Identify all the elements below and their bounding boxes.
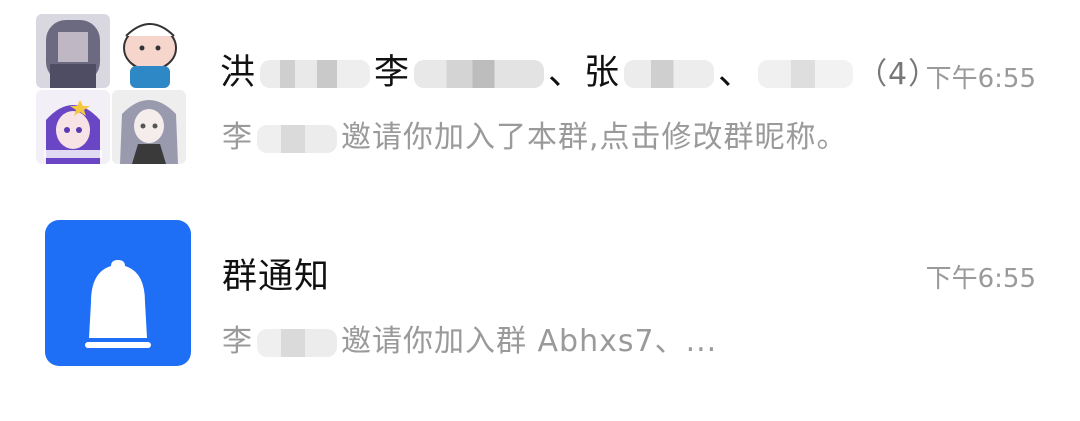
redacted-preview-name — [257, 328, 337, 357]
chat-title: 群通知 — [222, 257, 331, 297]
preview-prefix: 李 — [222, 120, 253, 155]
title-part-4: 、 — [718, 53, 755, 93]
redacted-name-3 — [624, 60, 715, 88]
title-part-2: 李 — [374, 53, 411, 93]
chat-row-group-notice[interactable]: 群通知 下午6:55 李 邀请你加入群 Abhxs7、... — [0, 190, 1080, 421]
redacted-name-1 — [260, 60, 371, 88]
chat-title: 洪李、张、（4） — [220, 44, 939, 95]
chat-row-group[interactable]: 洪李、张、（4） 下午6:55 李邀请你加入了本群,点击修改群昵称。 — [0, 0, 1080, 190]
member-avatar-1 — [36, 14, 110, 88]
member-avatar-2 — [112, 14, 186, 88]
title-prefix: 洪 — [220, 53, 257, 93]
member-avatar-3 — [36, 90, 110, 164]
chat-preview: 李 邀请你加入了本群,点击修改群昵称。 — [222, 112, 848, 156]
member-avatar-4 — [112, 90, 186, 164]
preview-text: 邀请你加入了本群,点击修改群昵称。 — [341, 120, 848, 155]
bell-icon — [85, 260, 151, 348]
notice-avatar — [45, 220, 191, 366]
preview-text: 邀请你加入群 Abhxs7、... — [341, 324, 718, 359]
redacted-preview-name — [257, 124, 337, 153]
redacted-name-4 — [758, 60, 854, 88]
chat-preview: 李 邀请你加入群 Abhxs7、... — [222, 316, 717, 360]
group-avatar — [36, 14, 186, 164]
preview-prefix: 李 — [222, 324, 253, 359]
chat-time: 下午6:55 — [925, 264, 1036, 294]
title-part-3: 、张 — [548, 53, 621, 93]
redacted-name-2 — [414, 60, 545, 88]
chat-time: 下午6:55 — [925, 64, 1036, 94]
